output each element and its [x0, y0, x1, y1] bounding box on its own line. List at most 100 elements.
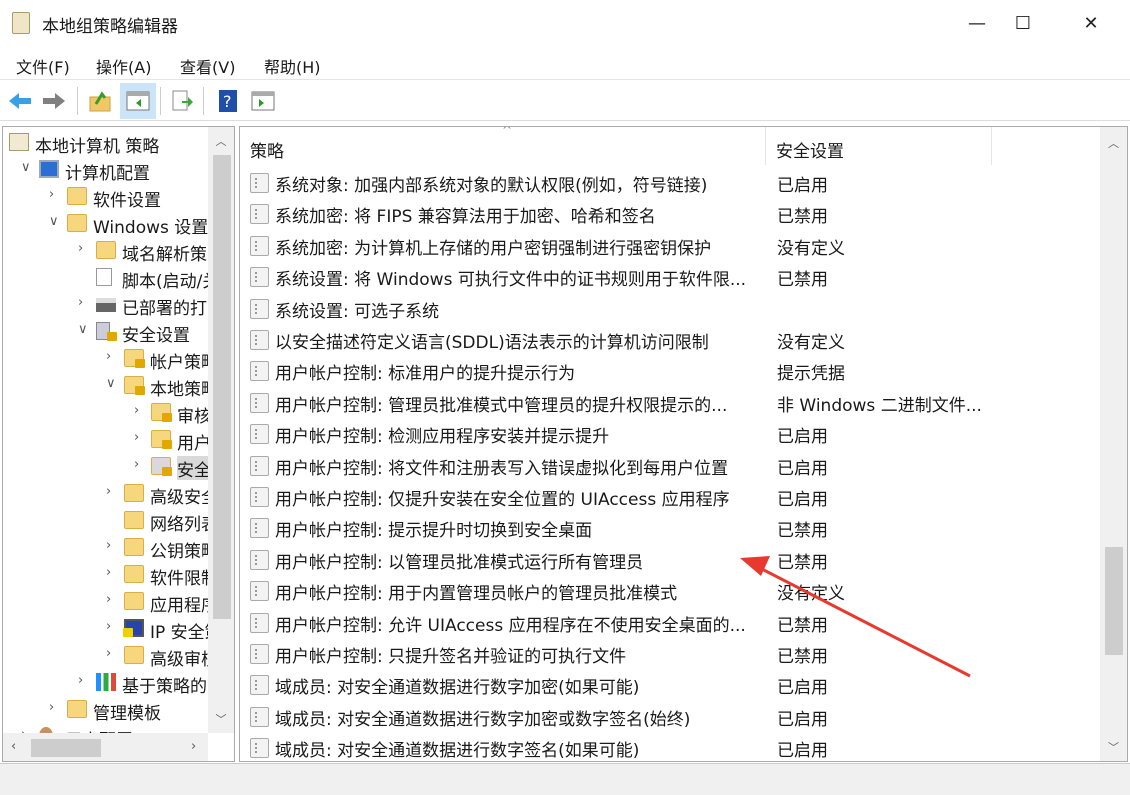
tree-item[interactable]: › 公钥策略 — [3, 535, 208, 561]
security-setting: 已启用 — [777, 176, 828, 196]
security-setting: 提示凭据 — [777, 364, 845, 385]
tree-item[interactable]: › 已部署的打印机 — [3, 292, 208, 318]
scroll-right-icon[interactable]: › — [191, 739, 196, 754]
tree-item[interactable]: › 应用程序控制策略 — [3, 589, 208, 615]
tree-item[interactable]: 本地计算机 策略 — [3, 130, 208, 156]
maximize-button[interactable]: ☐ — [1000, 0, 1046, 46]
table-row[interactable]: 用户帐户控制: 提示提升时切换到安全桌面 已禁用 — [240, 512, 1100, 542]
chevron-right-icon[interactable]: › — [106, 484, 111, 499]
tree-item[interactable]: › 管理模板 — [3, 697, 208, 723]
scroll-up-icon[interactable]: ︿ — [1100, 135, 1127, 151]
scroll-up-icon[interactable]: ︿ — [208, 133, 234, 149]
scroll-left-icon[interactable]: ‹ — [11, 739, 16, 754]
table-row[interactable]: 以安全描述符定义语言(SDDL)语法表示的计算机访问限制 没有定义 — [240, 324, 1100, 354]
scroll-down-icon[interactable]: ﹀ — [1100, 739, 1127, 755]
table-row[interactable]: 系统设置: 可选子系统 — [240, 293, 1100, 323]
table-row[interactable]: 系统对象: 加强内部系统对象的默认权限(例如，符号链接) 已启用 — [240, 167, 1100, 197]
chevron-right-icon[interactable]: › — [78, 673, 83, 688]
tree-item[interactable]: › 基于策略的 QoS — [3, 670, 208, 696]
chevron-right-icon[interactable]: › — [106, 349, 111, 364]
tree-item[interactable]: › 高级审核策略配置 — [3, 643, 208, 669]
table-row[interactable]: 系统设置: 将 Windows 可执行文件中的证书规则用于软件限... 已禁用 — [240, 261, 1100, 291]
title-bar: 本地组策略编辑器 — ☐ ✕ — [0, 0, 1130, 46]
chevron-right-icon[interactable]: › — [106, 646, 111, 661]
tree-item[interactable]: › IP 安全策略 — [3, 616, 208, 642]
table-row[interactable]: 用户帐户控制: 管理员批准模式中管理员的提升权限提示的... 非 Windows … — [240, 387, 1100, 417]
tree-item[interactable]: › 安全选项 — [3, 454, 208, 480]
tree-vertical-scrollbar[interactable]: ︿ ﹀ — [208, 127, 234, 733]
security-setting: 没有定义 — [777, 238, 845, 259]
column-header-policy[interactable]: 策略 — [240, 127, 766, 165]
tree-item[interactable]: ∨ 安全设置 — [3, 319, 208, 345]
chevron-right-icon[interactable]: › — [49, 700, 54, 715]
help-icon[interactable]: ? — [212, 85, 244, 117]
chevron-down-icon[interactable]: ∨ — [21, 160, 31, 175]
tree-item[interactable]: › 帐户策略 — [3, 346, 208, 372]
tree-item[interactable]: ∨ 计算机配置 — [3, 157, 208, 183]
table-row[interactable]: 用户帐户控制: 只提升签名并验证的可执行文件 已禁用 — [240, 638, 1100, 668]
chevron-right-icon[interactable]: › — [106, 565, 111, 580]
tree-item[interactable]: › 软件限制策略 — [3, 562, 208, 588]
forward-icon[interactable] — [38, 85, 70, 117]
lockfolder-icon — [151, 427, 175, 453]
table-row[interactable]: 域成员: 对安全通道数据进行数字签名(如果可能) 已启用 — [240, 732, 1100, 761]
tree-item[interactable]: ∨ Windows 设置 — [3, 211, 208, 237]
tree-scroll-thumb[interactable] — [213, 155, 231, 619]
tree-hscroll-thumb[interactable] — [31, 739, 101, 757]
security-setting: 已禁用 — [777, 207, 828, 228]
table-row[interactable]: 用户帐户控制: 用于内置管理员帐户的管理员批准模式 没有定义 — [240, 575, 1100, 605]
chevron-down-icon[interactable]: ∨ — [106, 376, 116, 391]
show-hide-action-pane-icon[interactable] — [247, 85, 279, 117]
tree-item[interactable]: › 软件设置 — [3, 184, 208, 210]
scroll-down-icon[interactable]: ﹀ — [208, 711, 234, 727]
tree-horizontal-scrollbar[interactable]: ‹ › — [3, 733, 208, 761]
chevron-right-icon[interactable]: › — [106, 538, 111, 553]
back-icon[interactable] — [4, 85, 36, 117]
policy-icon — [250, 549, 269, 570]
tree-item[interactable]: › 高级安全 Windows Defender 防火墙 — [3, 481, 208, 507]
table-row[interactable]: 域成员: 对安全通道数据进行数字加密或数字签名(始终) 已启用 — [240, 701, 1100, 731]
chevron-right-icon[interactable]: › — [106, 592, 111, 607]
tree-item[interactable]: ∨ 本地策略 — [3, 373, 208, 399]
menu-help[interactable]: 帮助(H) — [264, 54, 321, 78]
table-row[interactable]: 系统加密: 为计算机上存储的用户密钥强制进行强密钥保护 没有定义 — [240, 230, 1100, 260]
tree-item[interactable]: 脚本(启动/关机) — [3, 265, 208, 291]
chevron-right-icon[interactable]: › — [78, 295, 83, 310]
show-hide-tree-icon[interactable] — [120, 83, 156, 119]
table-row[interactable]: 用户帐户控制: 仅提升安装在安全位置的 UIAccess 应用程序 已启用 — [240, 481, 1100, 511]
table-row[interactable]: 域成员: 对安全通道数据进行数字加密(如果可能) 已启用 — [240, 669, 1100, 699]
chevron-right-icon[interactable]: › — [134, 403, 139, 418]
folder-icon — [124, 508, 148, 534]
tree-item-label: 计算机配置 — [65, 164, 150, 183]
tree-item-label: 应用程序控制策略 — [150, 596, 208, 615]
tree-item[interactable]: › 审核策略 — [3, 400, 208, 426]
tree-item[interactable]: › 用户权限分配 — [3, 427, 208, 453]
chevron-right-icon[interactable]: › — [49, 187, 54, 202]
minimize-button[interactable]: — — [954, 0, 1000, 46]
list-scroll-thumb[interactable] — [1105, 547, 1123, 655]
export-list-icon[interactable] — [166, 85, 198, 117]
chevron-right-icon[interactable]: › — [106, 619, 111, 634]
table-row[interactable]: 用户帐户控制: 标准用户的提升提示行为 提示凭据 — [240, 355, 1100, 385]
chevron-right-icon[interactable]: › — [134, 430, 139, 445]
menu-view[interactable]: 查看(V) — [180, 54, 235, 78]
tree-item[interactable]: › 域名解析策略 — [3, 238, 208, 264]
chevron-right-icon[interactable]: › — [78, 241, 83, 256]
table-row[interactable]: 系统加密: 将 FIPS 兼容算法用于加密、哈希和签名 已禁用 — [240, 198, 1100, 228]
table-row[interactable]: 用户帐户控制: 允许 UIAccess 应用程序在不使用安全桌面的... 已禁用 — [240, 607, 1100, 637]
tree-item[interactable]: 网络列表管理器策略 — [3, 508, 208, 534]
chevron-down-icon[interactable]: ∨ — [49, 214, 59, 229]
chevron-right-icon[interactable]: › — [134, 457, 139, 472]
chevron-down-icon[interactable]: ∨ — [78, 322, 88, 337]
menu-file[interactable]: 文件(F) — [16, 54, 70, 78]
close-button[interactable]: ✕ — [1068, 0, 1114, 46]
column-header-security-setting[interactable]: 安全设置 — [766, 127, 992, 165]
menu-action[interactable]: 操作(A) — [96, 54, 151, 78]
security-setting: 已禁用 — [777, 521, 828, 542]
policy-icon — [250, 298, 269, 319]
table-row[interactable]: 用户帐户控制: 检测应用程序安装并提示提升 已启用 — [240, 418, 1100, 448]
table-row[interactable]: 用户帐户控制: 以管理员批准模式运行所有管理员 已禁用 — [240, 544, 1100, 574]
table-row[interactable]: 用户帐户控制: 将文件和注册表写入错误虚拟化到每用户位置 已启用 — [240, 450, 1100, 480]
list-vertical-scrollbar[interactable]: ︿ ﹀ — [1100, 127, 1127, 761]
up-folder-icon[interactable] — [84, 85, 116, 117]
